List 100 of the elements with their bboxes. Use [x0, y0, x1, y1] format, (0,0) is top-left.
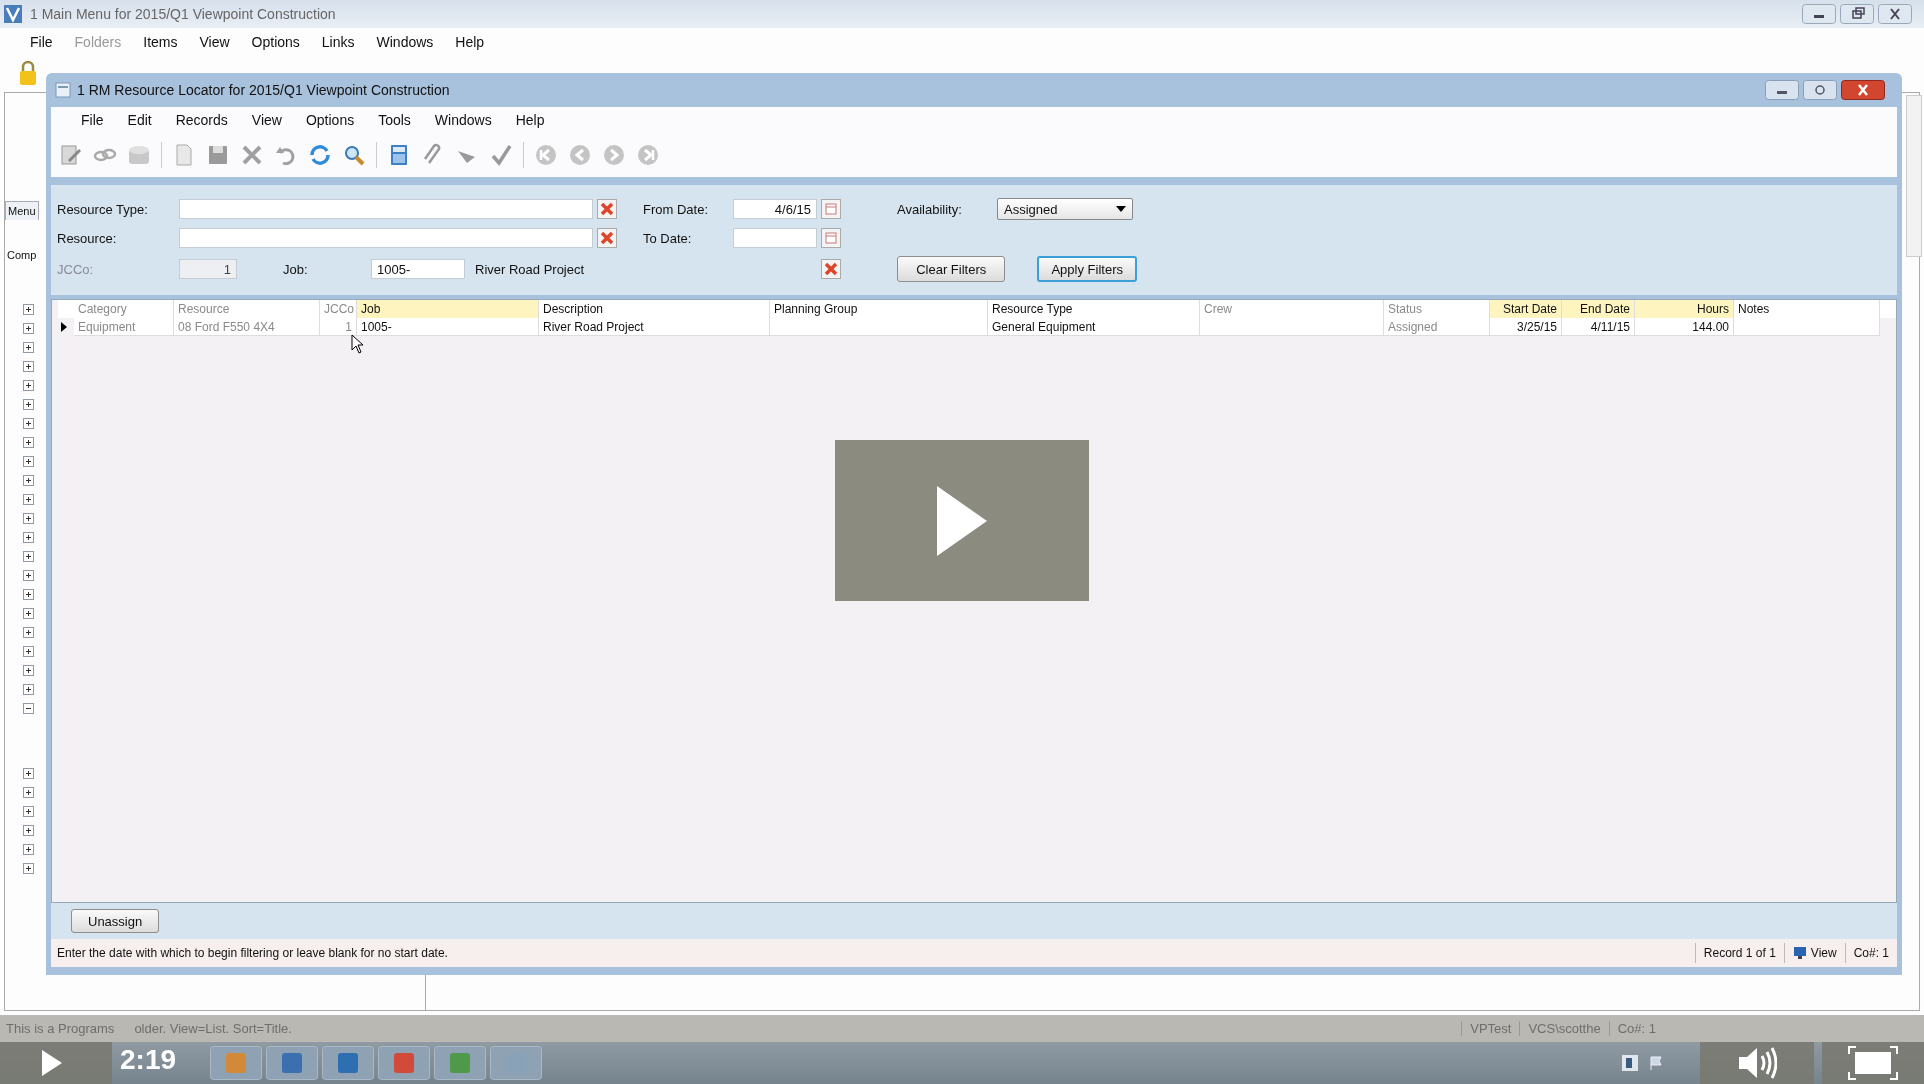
expander-icon[interactable]	[23, 863, 34, 874]
menu-item[interactable]: File	[69, 112, 116, 128]
expander-icon[interactable]	[23, 570, 34, 581]
play-icon[interactable]	[42, 1050, 62, 1076]
close-icon[interactable]	[240, 143, 264, 167]
scrollbar[interactable]	[1906, 95, 1922, 257]
menu-item[interactable]: File	[20, 34, 65, 50]
expander-icon[interactable]	[23, 380, 34, 391]
side-tab[interactable]: Comp	[5, 246, 39, 264]
menu-item[interactable]: Windows	[366, 34, 446, 50]
checkmark-icon[interactable]	[489, 143, 513, 167]
expander-icon[interactable]	[23, 475, 34, 486]
close-button[interactable]	[1878, 4, 1912, 24]
expander-icon[interactable]	[23, 456, 34, 467]
status-text: older. View=List. Sort=Title.	[134, 1021, 292, 1036]
field-label: Availability:	[897, 201, 963, 217]
menu-item[interactable]: Windows	[422, 112, 504, 128]
expander-icon[interactable]	[23, 494, 34, 505]
play-button[interactable]	[835, 440, 1089, 601]
clear-icon[interactable]	[821, 259, 841, 279]
calendar-icon[interactable]	[821, 228, 841, 248]
flag-icon[interactable]	[1648, 1055, 1664, 1071]
expander-icon[interactable]	[23, 323, 34, 334]
to-date-field[interactable]	[733, 228, 817, 248]
expander-icon[interactable]	[23, 437, 34, 448]
refresh-icon[interactable]	[308, 143, 332, 167]
column-header[interactable]: Job	[357, 300, 539, 318]
side-tab[interactable]: Menu	[5, 201, 39, 220]
record-counter: Record 1 of 1	[1694, 943, 1784, 963]
maximize-button[interactable]	[1803, 80, 1837, 100]
menu-item[interactable]: Tools	[366, 112, 423, 128]
table-cell: 08 Ford F550 4X4	[174, 318, 320, 336]
menu-item[interactable]: Help	[445, 34, 497, 50]
expander-icon[interactable]	[23, 646, 34, 657]
close-button[interactable]	[1841, 80, 1885, 100]
calendar-icon[interactable]	[821, 199, 841, 219]
resource-type-field[interactable]	[179, 199, 593, 219]
taskbar-app-icon[interactable]	[322, 1046, 374, 1080]
job-field[interactable]: 1005-	[371, 259, 465, 279]
minimize-button[interactable]	[1802, 4, 1836, 24]
status-text: This is a Programs	[5, 1021, 115, 1036]
expander-icon[interactable]	[23, 806, 34, 817]
expander-icon[interactable]	[23, 665, 34, 676]
expander-icon[interactable]	[23, 608, 34, 619]
field-label: To Date:	[643, 230, 693, 246]
expander-icon[interactable]	[23, 342, 34, 353]
minimize-button[interactable]	[1765, 80, 1799, 100]
search-icon[interactable]	[342, 143, 366, 167]
lock-icon[interactable]	[18, 60, 38, 86]
field-label: Job:	[283, 261, 309, 277]
expander-icon[interactable]	[23, 703, 34, 714]
taskbar-app-icon[interactable]	[266, 1046, 318, 1080]
menu-item[interactable]: View	[189, 34, 242, 50]
field-label: Resource:	[57, 230, 118, 246]
column-header[interactable]: Hours	[1635, 300, 1734, 318]
resource-field[interactable]	[179, 228, 593, 248]
expander-icon[interactable]	[23, 627, 34, 638]
availability-dropdown[interactable]: Assigned	[997, 198, 1133, 220]
fullscreen-icon[interactable]	[1848, 1046, 1898, 1080]
clear-icon[interactable]	[597, 199, 617, 219]
expander-icon[interactable]	[23, 304, 34, 315]
expander-icon[interactable]	[23, 684, 34, 695]
column-header[interactable]: End Date	[1562, 300, 1635, 318]
expander-icon[interactable]	[23, 399, 34, 410]
menu-item[interactable]: Options	[293, 112, 367, 128]
filter-button[interactable]: Apply Filters	[1037, 256, 1137, 282]
unassign-button[interactable]: Unassign	[71, 909, 160, 933]
menu-item[interactable]: Options	[241, 34, 312, 50]
filter-button[interactable]: Clear Filters	[897, 256, 1006, 282]
expander-icon[interactable]	[23, 844, 34, 855]
field-label: JCCo:	[57, 261, 95, 277]
play-icon	[937, 485, 987, 556]
restore-button[interactable]	[1840, 4, 1874, 24]
menu-item[interactable]: Items	[133, 34, 190, 50]
expander-icon[interactable]	[23, 513, 34, 524]
menu-item[interactable]: View	[239, 112, 294, 128]
column-header[interactable]: Start Date	[1490, 300, 1562, 318]
document-edit-icon[interactable]	[59, 143, 83, 167]
app-logo-icon	[4, 5, 22, 23]
menu-item[interactable]: Records	[163, 112, 240, 128]
expander-icon[interactable]	[23, 551, 34, 562]
menu-item[interactable]: Links	[311, 34, 367, 50]
field-label: Resource Type:	[57, 201, 149, 217]
window-title: 1 RM Resource Locator for 2015/Q1 Viewpoint Construction	[77, 82, 450, 98]
expander-icon[interactable]	[23, 532, 34, 543]
tray-icon[interactable]	[1622, 1055, 1638, 1071]
status-panel: Co#: 1	[1608, 1021, 1664, 1036]
menu-item[interactable]: Help	[503, 112, 557, 128]
expander-icon[interactable]	[23, 768, 34, 779]
clear-icon[interactable]	[597, 228, 617, 248]
expander-icon[interactable]	[23, 418, 34, 429]
expander-icon[interactable]	[23, 589, 34, 600]
expander-icon[interactable]	[23, 787, 34, 798]
status-panel: VPTest	[1461, 1021, 1520, 1036]
volume-icon[interactable]	[1737, 1046, 1777, 1080]
taskbar-app-icon[interactable]	[378, 1046, 430, 1080]
expander-icon[interactable]	[23, 361, 34, 372]
expander-icon[interactable]	[23, 825, 34, 836]
from-date-field[interactable]: 4/6/15	[733, 199, 817, 219]
menu-item[interactable]: Edit	[115, 112, 164, 128]
